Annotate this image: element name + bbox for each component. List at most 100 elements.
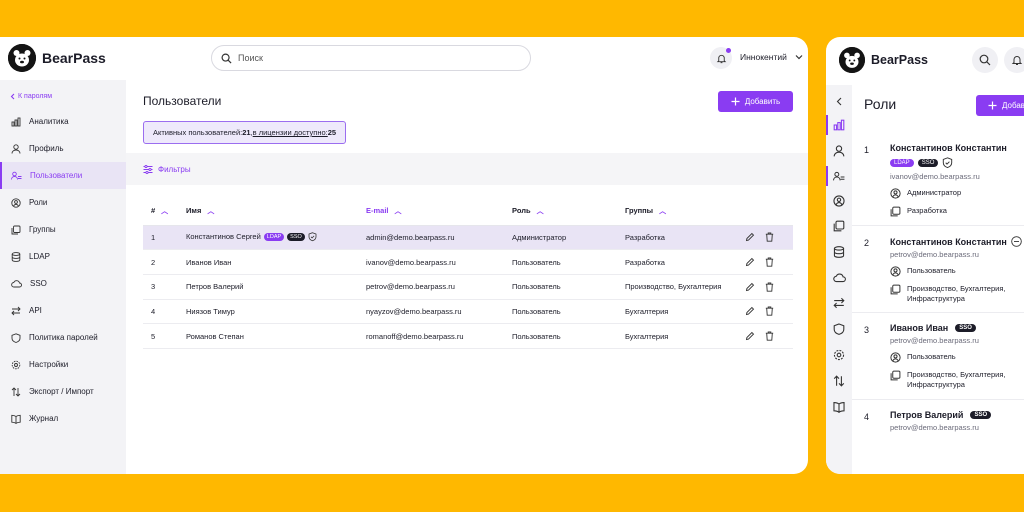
- sidebar-item-label: Профиль: [29, 144, 64, 153]
- search-input[interactable]: [238, 53, 498, 63]
- cell-number: 1: [143, 225, 178, 251]
- database-icon: [11, 251, 21, 262]
- table-row[interactable]: 1 Константинов Сергей LDAP SSO admin@demo.…: [143, 225, 793, 251]
- rail-back[interactable]: [826, 91, 852, 111]
- notifications-button[interactable]: [710, 47, 732, 69]
- notification-dot: [726, 48, 731, 53]
- roles-icon: [890, 188, 901, 199]
- mobile-window: BearPass Роли Добавить 1 Константинов Ко…: [826, 37, 1024, 474]
- rail-roles[interactable]: [826, 191, 852, 211]
- edit-icon[interactable]: [745, 331, 755, 341]
- table-row[interactable]: 5 Романов Степан romanoff@demo.bearpass.…: [143, 323, 793, 349]
- rail-sso[interactable]: [826, 268, 852, 288]
- rail-journal[interactable]: [826, 397, 852, 417]
- user-name: Иннокентий: [740, 52, 787, 62]
- rail-users[interactable]: [826, 166, 852, 186]
- table-row[interactable]: 2 Иванов Иван ivanov@demo.bearpass.ru По…: [143, 249, 793, 275]
- rail-password-policy[interactable]: [826, 319, 852, 339]
- license-link[interactable]: в лицензии доступно:: [253, 128, 328, 137]
- edit-icon[interactable]: [745, 282, 755, 292]
- cell-email: nyayzov@demo.bearpass.ru: [358, 299, 504, 325]
- item-groups: Разработка: [890, 206, 1024, 217]
- back-to-passwords-link[interactable]: К паролям: [10, 93, 52, 100]
- column-header-email[interactable]: E-mail ︿: [358, 198, 504, 226]
- cell-number: 5: [143, 323, 178, 349]
- column-header-role[interactable]: Роль ︿: [504, 198, 617, 226]
- cell-name: Петров Валерий: [178, 274, 358, 300]
- sidebar-item-ldap[interactable]: LDAP: [0, 243, 126, 270]
- list-item[interactable]: 4 Петров Валерий SSO petrov@demo.bearpass…: [852, 400, 1024, 440]
- rail-api[interactable]: [826, 293, 852, 313]
- mobile-add-button[interactable]: Добавить: [976, 95, 1024, 116]
- cell-name: Константинов Сергей LDAP SSO: [178, 225, 358, 251]
- rail-settings[interactable]: [826, 345, 852, 365]
- sidebar-item-settings[interactable]: Настройки: [0, 351, 126, 378]
- sidebar-item-roles[interactable]: Роли: [0, 189, 126, 216]
- rail-groups[interactable]: [826, 216, 852, 236]
- trash-icon[interactable]: [765, 282, 774, 292]
- cell-name: Романов Степан: [178, 323, 358, 349]
- sidebar-nav: Аналитика Профиль Пользователи Роли Груп…: [0, 108, 126, 432]
- sidebar-item-export-import[interactable]: Экспорт / Импорт: [0, 378, 126, 405]
- cell-role: Пользователь: [504, 299, 617, 325]
- users-icon: [11, 171, 22, 181]
- trash-icon[interactable]: [765, 257, 774, 267]
- item-groups: Производство, Бухгалтерия, Инфраструктур…: [890, 370, 1024, 390]
- column-label: Группы: [625, 206, 654, 216]
- roles-icon: [890, 266, 901, 277]
- shield-icon: [833, 323, 845, 335]
- sidebar-item-api[interactable]: API: [0, 297, 126, 324]
- sidebar-item-profile[interactable]: Профиль: [0, 135, 126, 162]
- list-item[interactable]: 2 Константинов Константин petrov@demo.be…: [852, 226, 1024, 314]
- add-button-label: Добавить: [744, 97, 781, 106]
- add-user-button[interactable]: Добавить: [718, 91, 793, 112]
- import-export-icon: [11, 386, 21, 397]
- list-item[interactable]: 3 Иванов Иван SSO petrov@demo.bearpass.ru…: [852, 313, 1024, 400]
- roles-icon: [833, 195, 845, 207]
- app-logo[interactable]: BearPass: [8, 44, 106, 72]
- sidebar-item-password-policy[interactable]: Политика паролей: [0, 324, 126, 351]
- mobile-notifications-button[interactable]: [1004, 47, 1024, 73]
- trash-icon[interactable]: [765, 331, 774, 341]
- search-box[interactable]: [211, 45, 531, 71]
- sidebar-item-sso[interactable]: SSO: [0, 270, 126, 297]
- groups-icon: [11, 225, 21, 235]
- mobile-page-title: Роли: [864, 96, 897, 112]
- user-menu[interactable]: Иннокентий: [740, 52, 803, 62]
- filters-label: Фильтры: [158, 164, 191, 174]
- page-title: Пользователи: [143, 94, 222, 108]
- rail-analytics[interactable]: [826, 115, 852, 135]
- sidebar-item-journal[interactable]: Журнал: [0, 405, 126, 432]
- table-row[interactable]: 4 Ниязов Тимур nyayzov@demo.bearpass.ru …: [143, 299, 793, 325]
- trash-icon[interactable]: [765, 306, 774, 317]
- edit-icon[interactable]: [745, 306, 755, 316]
- filters-bar[interactable]: Фильтры: [126, 153, 808, 185]
- column-header-number[interactable]: # ︿: [143, 198, 178, 226]
- edit-icon[interactable]: [745, 232, 755, 242]
- column-header-groups[interactable]: Группы ︿: [617, 198, 737, 226]
- table-row[interactable]: 3 Петров Валерий petrov@demo.bearpass.ru…: [143, 274, 793, 300]
- sidebar-item-groups[interactable]: Группы: [0, 216, 126, 243]
- cell-email: petrov@demo.bearpass.ru: [358, 274, 504, 300]
- chevron-down-icon: [795, 54, 803, 60]
- trash-icon[interactable]: [765, 232, 774, 242]
- available-count: 25: [327, 128, 337, 137]
- table-header-row: # ︿ Имя ︿ E-mail ︿ Роль ︿ Группы ︿: [143, 198, 793, 226]
- app-logo[interactable]: BearPass: [839, 47, 928, 73]
- column-label: Роль: [512, 206, 531, 216]
- sidebar-item-analytics[interactable]: Аналитика: [0, 108, 126, 135]
- item-role: Пользователь: [890, 352, 1024, 363]
- user-name: Константинов Константин: [890, 236, 1007, 247]
- mobile-search-button[interactable]: [972, 47, 998, 73]
- rail-ldap[interactable]: [826, 242, 852, 262]
- users-table: # ︿ Имя ︿ E-mail ︿ Роль ︿ Группы ︿ 1 Констант…: [143, 198, 793, 349]
- sidebar-item-users[interactable]: Пользователи: [0, 162, 126, 189]
- rail-export-import[interactable]: [826, 371, 852, 391]
- bell-icon: [716, 53, 727, 64]
- profile-icon: [11, 143, 21, 154]
- edit-icon[interactable]: [745, 257, 755, 267]
- column-header-name[interactable]: Имя ︿: [178, 198, 358, 226]
- rail-profile[interactable]: [826, 141, 852, 161]
- list-item[interactable]: 1 Константинов Константин LDAP SSO ivano…: [852, 133, 1024, 226]
- minus-circle-icon[interactable]: [1011, 236, 1022, 247]
